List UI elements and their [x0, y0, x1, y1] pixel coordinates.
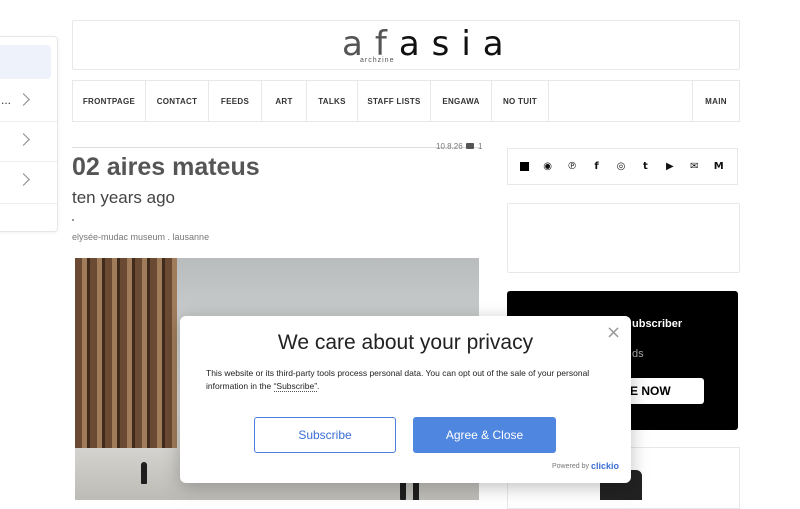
image-figure: [413, 480, 419, 500]
promo-title: ubscriber: [632, 318, 683, 330]
chevron-right-icon: [17, 173, 30, 186]
promo-text: ds: [632, 348, 644, 360]
social-bar: ◉ ℗ f ◎ t ▶ ✉ M: [507, 148, 738, 185]
side-panel-divider: [0, 203, 57, 204]
nav-item-engawa[interactable]: ENGAWA: [431, 81, 492, 121]
modal-text-body: This website or its third-party tools pr…: [206, 368, 590, 391]
post-subtitle: ten years ago: [72, 188, 176, 207]
side-panel-row[interactable]: [0, 173, 57, 193]
post-caption: elysée-mudac museum . lausanne: [72, 232, 210, 242]
powered-by-label: Powered by: [552, 463, 589, 470]
youtube-icon[interactable]: ▶: [664, 161, 676, 173]
nav-spacer: [549, 81, 693, 121]
nav-item-no-tuit[interactable]: NO TUIT: [492, 81, 549, 121]
rss-icon[interactable]: ◉: [542, 161, 554, 173]
comment-icon[interactable]: [466, 143, 474, 149]
promo-button-label: E NOW: [630, 384, 671, 398]
square-icon[interactable]: [520, 162, 530, 171]
nav-item-main[interactable]: MAIN: [693, 81, 739, 121]
logo-subtitle: archzine: [360, 57, 395, 64]
sidebar-widget: [507, 203, 740, 273]
side-panel-row[interactable]: [0, 133, 57, 153]
nav-item-art[interactable]: ART: [262, 81, 307, 121]
image-figure: [141, 462, 147, 484]
side-panel: ...: [0, 36, 58, 232]
instagram-icon[interactable]: ◎: [615, 161, 627, 173]
nav-item-talks[interactable]: TALKS: [307, 81, 358, 121]
nav-item-feeds[interactable]: FEEDS: [209, 81, 262, 121]
side-panel-divider: [0, 121, 57, 122]
pinterest-icon[interactable]: ℗: [566, 161, 578, 173]
nav-item-frontpage[interactable]: FRONTPAGE: [73, 81, 146, 121]
post-date: 10.8.26: [436, 142, 463, 151]
tumblr-icon[interactable]: t: [639, 161, 651, 173]
comment-count[interactable]: 1: [478, 142, 482, 151]
mail-icon[interactable]: ✉: [688, 161, 700, 173]
side-panel-row[interactable]: ...: [0, 93, 57, 113]
gmail-icon[interactable]: M: [713, 161, 725, 173]
separator-dot: [72, 219, 74, 221]
clickio-brand-link[interactable]: clickio: [591, 461, 619, 471]
modal-text-end: .: [317, 381, 320, 391]
side-panel-active-item[interactable]: [0, 45, 51, 79]
subscribe-link[interactable]: “Subscribe”: [273, 381, 318, 392]
side-panel-ellipsis: ...: [1, 93, 12, 107]
facebook-icon[interactable]: f: [591, 161, 603, 173]
side-panel-divider: [0, 161, 57, 162]
chevron-right-icon: [17, 93, 30, 106]
meta-divider: [72, 147, 480, 148]
agree-close-button[interactable]: Agree & Close: [413, 417, 556, 453]
nav-item-contact[interactable]: CONTACT: [146, 81, 209, 121]
logo-main: asia: [398, 24, 516, 64]
post-title[interactable]: 02 aires mateus: [72, 153, 260, 182]
subscribe-button[interactable]: Subscribe: [254, 417, 396, 453]
chevron-right-icon: [17, 133, 30, 146]
nav-item-staff-lists[interactable]: STAFF LISTS: [358, 81, 431, 121]
modal-text: This website or its third-party tools pr…: [206, 367, 606, 393]
modal-title: We care about your privacy: [277, 331, 534, 354]
main-nav: FRONTPAGE CONTACT FEEDS ART TALKS STAFF …: [72, 80, 740, 122]
